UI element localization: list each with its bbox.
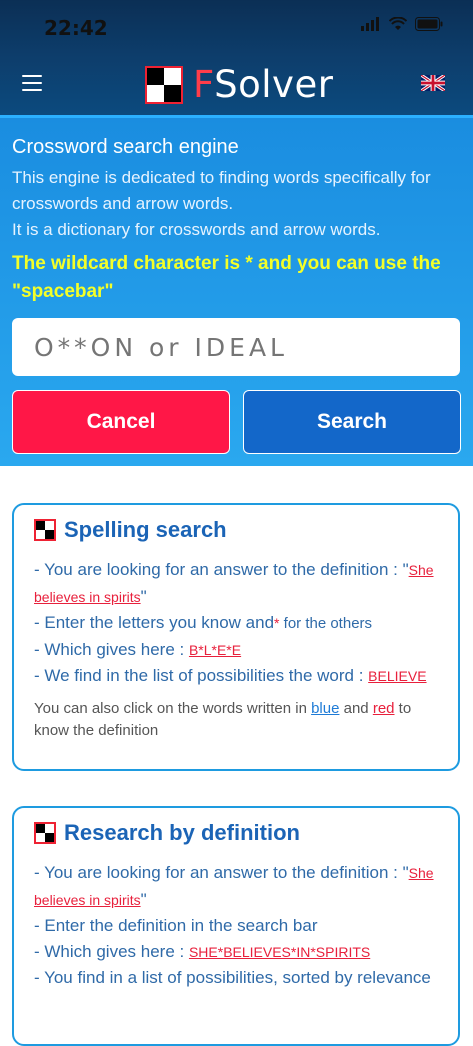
menu-icon[interactable] bbox=[22, 75, 42, 91]
uk-flag-icon[interactable] bbox=[421, 75, 445, 91]
instruction-line: - Which gives here : SHE*BELIEVES*IN*SPI… bbox=[34, 939, 444, 966]
instruction-text: for the others bbox=[279, 615, 373, 632]
hero-description-2: It is a dictionary for crosswords and ar… bbox=[12, 220, 381, 239]
status-icons bbox=[361, 17, 443, 31]
footnote-text: You can also click on the words written … bbox=[34, 699, 312, 717]
card-title: Spelling search bbox=[64, 517, 227, 542]
crossword-logo-icon bbox=[34, 822, 56, 844]
status-bar: 22:42 bbox=[0, 0, 473, 55]
wifi-icon bbox=[389, 17, 407, 30]
battery-icon bbox=[415, 17, 443, 31]
brand-rest: Solver bbox=[214, 63, 334, 106]
pattern-link[interactable]: SHE*BELIEVES*IN*SPIRITS bbox=[189, 944, 370, 960]
instruction-text: - Enter the letters you know and bbox=[34, 613, 275, 632]
instruction-line: - Enter the letters you know and* for th… bbox=[34, 610, 444, 637]
instruction-text: - We find in the list of possibilities t… bbox=[34, 666, 369, 685]
instruction-line: - You are looking for an answer to the d… bbox=[34, 557, 444, 610]
card-body: - You are looking for an answer to the d… bbox=[34, 557, 444, 742]
card-title: Research by definition bbox=[64, 820, 300, 845]
spelling-search-card: Spelling search - You are looking for an… bbox=[12, 503, 460, 771]
instruction-line: - You are looking for an answer to the d… bbox=[34, 860, 444, 913]
app-header: FSolver bbox=[0, 55, 473, 115]
instruction-text: " bbox=[140, 889, 147, 909]
hero-description-1: This engine is dedicated to finding word… bbox=[12, 168, 431, 213]
instruction-text: " bbox=[140, 586, 147, 606]
crossword-logo-icon bbox=[145, 65, 183, 104]
crossword-logo-icon bbox=[34, 519, 56, 541]
card-body: - You are looking for an answer to the d… bbox=[34, 860, 444, 991]
cancel-button[interactable]: Cancel bbox=[12, 390, 230, 454]
brand-name: FSolver bbox=[193, 63, 333, 106]
instruction-text: - Which gives here : bbox=[34, 639, 189, 659]
definition-search-card: Research by definition - You are looking… bbox=[12, 806, 460, 1046]
card-header: Research by definition bbox=[34, 820, 300, 846]
status-time: 22:42 bbox=[44, 16, 108, 40]
app-logo: FSolver bbox=[145, 63, 333, 106]
hero-title: Crossword search engine bbox=[12, 136, 239, 158]
instruction-text: - You are looking for an answer to the d… bbox=[34, 863, 409, 882]
footnote-text: and bbox=[339, 699, 373, 717]
search-button[interactable]: Search bbox=[243, 390, 461, 454]
hero-description: This engine is dedicated to finding word… bbox=[12, 165, 462, 243]
blue-example-link[interactable]: blue bbox=[311, 700, 339, 717]
answer-link[interactable]: BELIEVE bbox=[368, 668, 426, 684]
card-header: Spelling search bbox=[34, 517, 227, 543]
instruction-line: - Which gives here : B*L*E*E bbox=[34, 637, 444, 664]
instruction-line: - We find in the list of possibilities t… bbox=[34, 663, 444, 690]
red-example-link[interactable]: red bbox=[373, 700, 395, 717]
search-hero: Crossword search engine This engine is d… bbox=[0, 115, 473, 466]
instruction-line: - You find in a list of possibilities, s… bbox=[34, 968, 431, 987]
search-input[interactable] bbox=[12, 318, 460, 376]
instruction-text: - You are looking for an answer to the d… bbox=[34, 560, 409, 579]
instruction-line: - Enter the definition in the search bar bbox=[34, 916, 318, 935]
card-footnote: You can also click on the words written … bbox=[34, 698, 444, 742]
brand-first-letter: F bbox=[193, 63, 215, 106]
instruction-text: - Which gives here : bbox=[34, 941, 189, 961]
pattern-link[interactable]: B*L*E*E bbox=[189, 642, 241, 658]
signal-icon bbox=[361, 17, 379, 31]
wildcard-note: The wildcard character is * and you can … bbox=[12, 253, 441, 302]
